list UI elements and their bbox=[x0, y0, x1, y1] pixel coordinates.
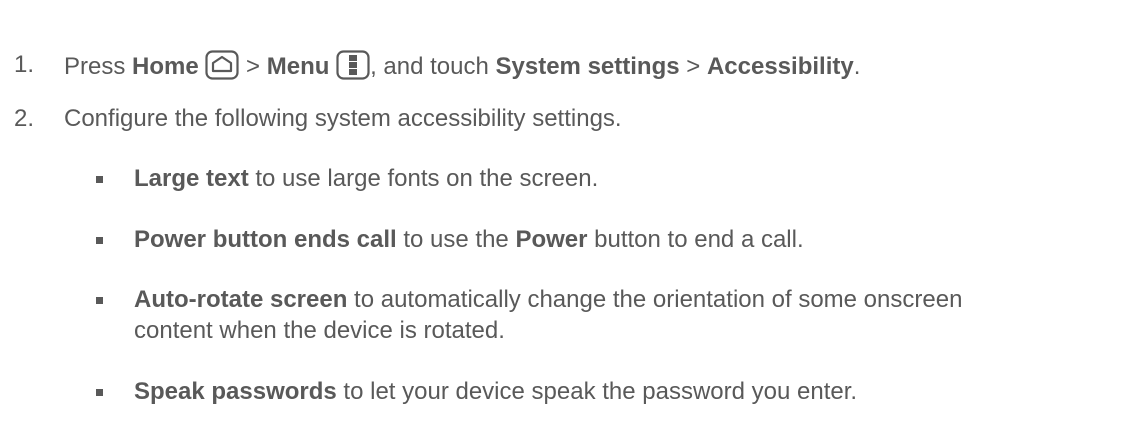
option-auto-rotate-screen-continued: content when the device is rotated. bbox=[134, 317, 505, 344]
option-title: Auto-rotate screen bbox=[134, 286, 348, 313]
option-large-text: Large text to use large fonts on the scr… bbox=[0, 164, 1122, 194]
step-text: Press Home > Menu , and touch System set… bbox=[64, 50, 860, 82]
step-number: 1. bbox=[14, 51, 35, 78]
step-number: 2. bbox=[14, 105, 35, 132]
step-1: 1. Press Home > Menu , and touch System … bbox=[0, 50, 1122, 80]
step-2: 2. Configure the following system access… bbox=[0, 104, 1122, 134]
step-text: Configure the following system accessibi… bbox=[64, 105, 622, 132]
home-icon bbox=[205, 50, 239, 80]
bullet-marker bbox=[96, 237, 103, 244]
option-speak-passwords: Speak passwords to let your device speak… bbox=[0, 377, 1122, 407]
bullet-marker bbox=[96, 176, 103, 183]
power-label: Power bbox=[515, 226, 588, 253]
home-label: Home bbox=[132, 53, 199, 80]
system-settings-label: System settings bbox=[495, 53, 680, 80]
option-auto-rotate-screen: Auto-rotate screen to automatically chan… bbox=[0, 285, 1122, 315]
option-power-button-ends-call: Power button ends call to use the Power … bbox=[0, 225, 1122, 255]
menu-label: Menu bbox=[266, 53, 330, 80]
accessibility-label: Accessibility bbox=[706, 53, 854, 80]
option-title: Power button ends call bbox=[134, 226, 397, 253]
option-title: Large text bbox=[134, 165, 249, 192]
menu-icon bbox=[336, 50, 370, 80]
bullet-marker bbox=[96, 389, 103, 396]
bullet-marker bbox=[96, 297, 103, 304]
option-title: Speak passwords bbox=[134, 378, 337, 405]
